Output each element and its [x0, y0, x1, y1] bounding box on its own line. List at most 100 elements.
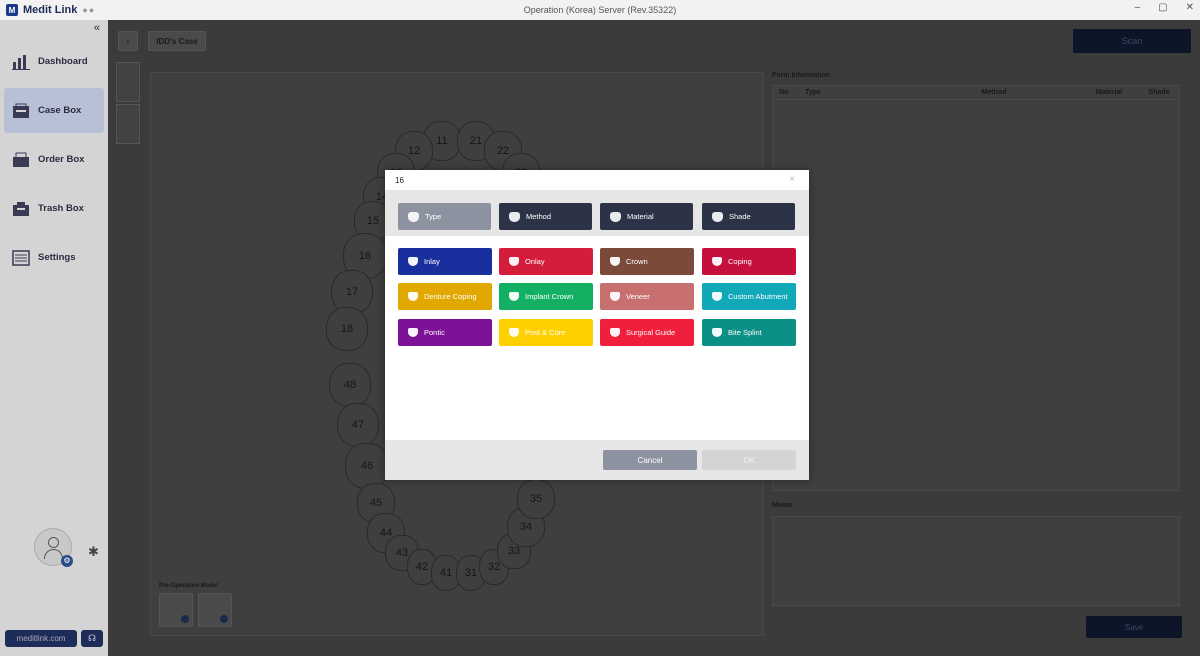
sidebar-item-label: Order Box — [38, 154, 85, 165]
type-implant-crown-button[interactable]: Implant Crown — [499, 283, 593, 310]
case-box-icon — [13, 103, 29, 118]
form-title: Form Information — [772, 72, 830, 79]
arch-view-thumbnail[interactable] — [116, 62, 140, 102]
dialog-tabbar: Type Method Material Shade — [385, 190, 809, 236]
memo-input[interactable] — [772, 516, 1180, 606]
close-window-icon[interactable]: ✕ — [1186, 2, 1194, 13]
sidebar-item-label: Dashboard — [38, 56, 88, 67]
settings-icon — [12, 249, 30, 266]
tab-method[interactable]: Method — [499, 203, 592, 230]
type-label: Onlay — [525, 257, 545, 266]
minimize-icon[interactable]: – — [1135, 2, 1141, 13]
denture-coping-icon — [408, 292, 418, 301]
close-icon[interactable]: × — [789, 174, 795, 185]
memo-title: Memo — [772, 502, 793, 509]
tooth-46[interactable]: 46 — [345, 443, 389, 489]
dialog-footer: Cancel OK — [385, 440, 809, 480]
method-icon — [509, 211, 520, 222]
tab-label: Shade — [729, 212, 751, 221]
type-label: Crown — [626, 257, 648, 266]
sidebar-item-case-box[interactable]: Case Box — [4, 88, 104, 133]
bite-view-thumbnail[interactable] — [116, 104, 140, 144]
tooth-35[interactable]: 35 — [517, 479, 555, 519]
trash-box-icon — [13, 201, 29, 216]
meditlink-site-button[interactable]: meditlink.com — [5, 630, 77, 647]
type-denture-coping-button[interactable]: Denture Coping — [398, 283, 492, 310]
ok-button[interactable]: OK — [702, 450, 796, 470]
tab-label: Method — [526, 212, 552, 221]
preop-upper-thumbnail[interactable] — [159, 593, 193, 627]
cancel-button[interactable]: Cancel — [603, 450, 697, 470]
sidebar-item-trash-box[interactable]: Trash Box — [4, 186, 104, 231]
type-post-core-button[interactable]: Post & Core — [499, 319, 593, 346]
avatar-settings-icon[interactable]: ⚙ — [61, 555, 73, 567]
scan-button[interactable]: Scan — [1073, 29, 1191, 53]
tooth-18[interactable]: 18 — [326, 307, 368, 351]
type-label: Implant Crown — [525, 292, 574, 301]
bug-report-icon[interactable]: ✱ — [88, 544, 99, 560]
tooth-47[interactable]: 47 — [337, 403, 379, 447]
sidebar-item-order-box[interactable]: Order Box — [4, 137, 104, 182]
user-head-icon — [48, 537, 59, 548]
tooth-48[interactable]: 48 — [329, 363, 371, 407]
sidebar-item-settings[interactable]: Settings — [4, 235, 104, 280]
tab-type[interactable]: Type — [398, 203, 491, 230]
title-bar: M Medit Link ●● Operation (Korea) Server… — [0, 0, 1200, 20]
sidebar-item-dashboard[interactable]: Dashboard — [4, 39, 104, 84]
type-bite-splint-button[interactable]: Bite Splint — [702, 319, 796, 346]
window-controls: – ▢ ✕ — [1135, 2, 1194, 13]
case-tab[interactable]: IDD's Case — [148, 31, 206, 51]
material-icon — [610, 211, 621, 222]
type-inlay-button[interactable]: Inlay — [398, 248, 492, 275]
type-pontic-button[interactable]: Pontic — [398, 319, 492, 346]
status-dots-icon: ●● — [82, 5, 96, 15]
dashboard-icon — [12, 54, 30, 70]
type-label: Denture Coping — [424, 292, 477, 301]
dialog-title: 16 — [395, 175, 404, 185]
type-label: Inlay — [424, 257, 440, 266]
type-custom-abutment-button[interactable]: Custom Abutment — [702, 283, 796, 310]
type-label: Pontic — [424, 328, 445, 337]
type-veneer-button[interactable]: Veneer — [600, 283, 694, 310]
medit-logo-icon: M — [6, 4, 18, 16]
user-avatar[interactable]: ⚙ — [34, 528, 73, 567]
type-label: Bite Splint — [728, 328, 762, 337]
view-thumbnails — [116, 62, 142, 152]
tooth-type-dialog: 16 × Type Method Material Shade Inlay On… — [385, 170, 809, 480]
window-title: Operation (Korea) Server (Rev.35322) — [523, 5, 677, 15]
sidebar-item-label: Case Box — [38, 105, 82, 116]
collapse-sidebar-icon[interactable]: « — [94, 22, 100, 34]
implant-crown-icon — [509, 292, 519, 301]
form-information-panel: Form Information No. Type Method Materia… — [772, 72, 1182, 491]
type-surgical-guide-button[interactable]: Surgical Guide — [600, 319, 694, 346]
maximize-icon[interactable]: ▢ — [1158, 2, 1167, 13]
type-label: Coping — [728, 257, 752, 266]
save-button[interactable]: Save — [1086, 616, 1182, 638]
inlay-icon — [408, 257, 418, 266]
type-onlay-button[interactable]: Onlay — [499, 248, 593, 275]
tab-material[interactable]: Material — [600, 203, 693, 230]
preop-lower-thumbnail[interactable] — [198, 593, 232, 627]
veneer-icon — [610, 292, 620, 301]
sidebar-item-label: Settings — [38, 252, 76, 263]
preop-model-label: Pre-Operation Model — [159, 583, 219, 589]
pontic-icon — [408, 328, 418, 337]
shade-icon — [712, 211, 723, 222]
order-box-icon — [13, 152, 29, 167]
col-no: No. — [779, 89, 791, 96]
bite-splint-icon — [712, 328, 722, 337]
tab-shade[interactable]: Shade — [702, 203, 795, 230]
onlay-icon — [509, 257, 519, 266]
add-icon — [220, 615, 228, 623]
type-icon — [408, 211, 419, 222]
type-coping-button[interactable]: Coping — [702, 248, 796, 275]
form-table: No. Type Method Material Shade — [772, 85, 1180, 491]
help-headset-icon[interactable]: ☊ — [81, 630, 103, 647]
type-label: Post & Core — [525, 328, 566, 337]
form-table-header: No. Type Method Material Shade — [773, 86, 1179, 100]
dialog-header: 16 × — [385, 170, 809, 190]
back-button[interactable]: ‹ — [118, 31, 138, 51]
type-crown-button[interactable]: Crown — [600, 248, 694, 275]
col-material: Material — [1095, 89, 1123, 96]
coping-icon — [712, 257, 722, 266]
